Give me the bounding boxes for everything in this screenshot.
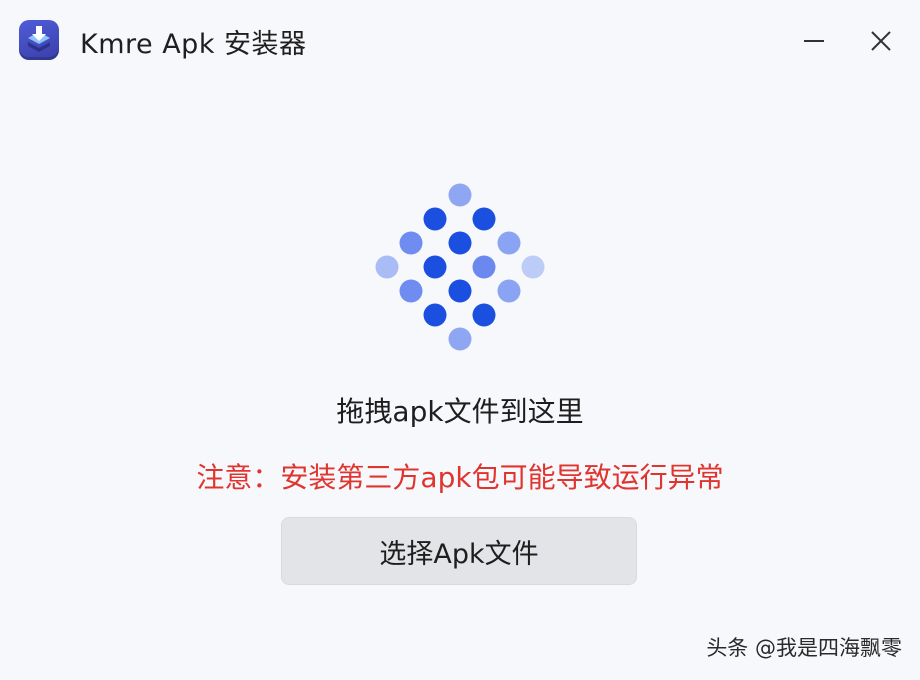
drag-hint-text: 拖拽apk文件到这里 <box>336 395 584 428</box>
watermark: 头条 @我是四海飘零 <box>706 636 902 660</box>
warning-text: 注意：安装第三方apk包可能导致运行异常 <box>196 461 724 494</box>
dot-grid-drop-icon[interactable] <box>370 178 550 356</box>
apk-installer-icon <box>19 20 59 60</box>
minimize-icon <box>804 40 824 42</box>
close-button[interactable] <box>864 24 898 58</box>
minimize-button[interactable] <box>797 24 831 58</box>
select-apk-button[interactable]: 选择Apk文件 <box>281 517 637 585</box>
apk-installer-window: Kmre Apk 安装器 拖拽apk文件到这里 注意：安装第三方apk包可能导致… <box>0 0 920 680</box>
close-icon <box>871 31 891 51</box>
title-bar[interactable]: Kmre Apk 安装器 <box>0 0 920 82</box>
window-title: Kmre Apk 安装器 <box>80 29 307 60</box>
